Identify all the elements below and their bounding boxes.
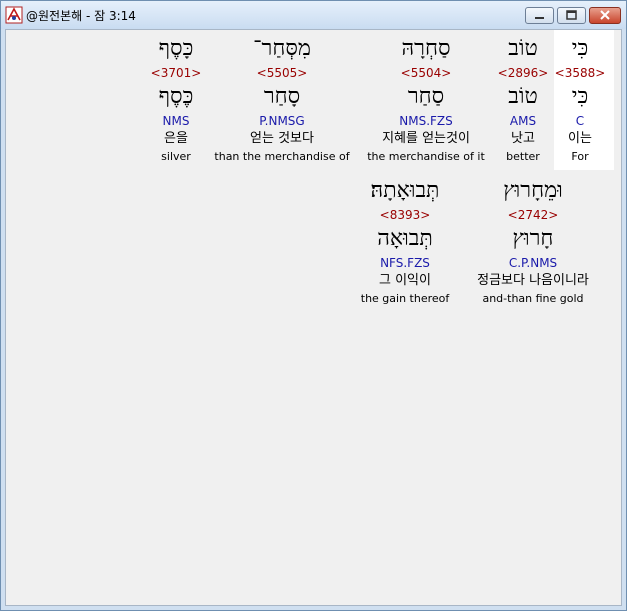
strong-number-link[interactable]: <8393> bbox=[380, 208, 431, 222]
korean-gloss: 지혜를 얻는것이 bbox=[382, 131, 470, 146]
english-gloss: the merchandise of it bbox=[367, 150, 485, 163]
hebrew-word[interactable]: סַחְרָהּ bbox=[402, 36, 451, 62]
parsing-code: P.NMSG bbox=[259, 114, 305, 128]
english-gloss: better bbox=[506, 150, 540, 163]
title-bar[interactable]: @원전본해 - 잠 3:14 bbox=[1, 1, 626, 29]
english-gloss: For bbox=[571, 150, 589, 163]
english-gloss: and-than fine gold bbox=[482, 292, 584, 305]
window-title: @원전본해 - 잠 3:14 bbox=[26, 9, 136, 23]
strong-number-link[interactable]: <5504> bbox=[401, 66, 452, 80]
hebrew-lemma: כֶּסֶף bbox=[158, 84, 194, 109]
korean-gloss: 낫고 bbox=[511, 131, 535, 146]
hebrew-word[interactable]: מִסְּחַר־ bbox=[253, 36, 311, 62]
korean-gloss: 얻는 것보다 bbox=[250, 131, 314, 146]
parsing-code: NMS bbox=[162, 114, 190, 128]
minimize-icon bbox=[535, 17, 544, 19]
english-gloss: the gain thereof bbox=[360, 292, 450, 305]
strong-number-link[interactable]: <3588> bbox=[555, 66, 606, 80]
hebrew-lemma: סָחַר bbox=[263, 84, 301, 109]
minimize-button[interactable] bbox=[525, 7, 554, 24]
parsing-code: NMS.FZS bbox=[399, 114, 453, 128]
hebrew-word[interactable]: כִּי bbox=[572, 36, 589, 62]
app-icon bbox=[5, 6, 23, 24]
korean-gloss: 은을 bbox=[164, 131, 188, 146]
hebrew-lemma: טוֹב bbox=[508, 84, 538, 109]
maximize-button[interactable] bbox=[557, 7, 586, 24]
strong-number-link[interactable]: <2742> bbox=[508, 208, 559, 222]
app-window: @원전본해 - 잠 3:14 כִּי <3588> כִּי C 이는 For… bbox=[0, 0, 627, 611]
hebrew-word[interactable]: תְּבוּאָתָהּ׃ bbox=[371, 178, 440, 204]
strong-number-link[interactable]: <2896> bbox=[498, 66, 549, 80]
korean-gloss: 정금보다 나음이니라 bbox=[477, 273, 589, 288]
strong-number-link[interactable]: <3701> bbox=[151, 66, 202, 80]
english-gloss: silver bbox=[161, 150, 191, 163]
maximize-icon bbox=[566, 10, 577, 20]
hebrew-word[interactable]: וּמֵחָרוּץ bbox=[503, 178, 563, 204]
parsing-code: C bbox=[575, 114, 585, 128]
strong-number-link[interactable]: <5505> bbox=[257, 66, 308, 80]
parsing-code: C.P.NMS bbox=[508, 256, 558, 270]
hebrew-lemma: סַחַר bbox=[407, 84, 445, 109]
hebrew-lemma: חָרוּץ bbox=[512, 226, 554, 251]
korean-gloss: 그 이익이 bbox=[379, 273, 431, 288]
close-icon bbox=[600, 10, 610, 20]
interlinear-view: כִּי <3588> כִּי C 이는 For טוֹב <2896> טו… bbox=[5, 29, 622, 606]
parsing-code: AMS bbox=[509, 114, 537, 128]
english-gloss: than the merchandise of bbox=[214, 150, 350, 163]
hebrew-lemma: כִּי bbox=[571, 84, 589, 109]
hebrew-word[interactable]: טוֹב bbox=[508, 36, 538, 62]
korean-gloss: 이는 bbox=[568, 131, 592, 146]
hebrew-word[interactable]: כָּסֶף bbox=[159, 36, 194, 62]
parsing-code: NFS.FZS bbox=[380, 256, 430, 270]
close-button[interactable] bbox=[589, 7, 621, 24]
hebrew-lemma: תְּבוּאָה bbox=[377, 226, 433, 251]
